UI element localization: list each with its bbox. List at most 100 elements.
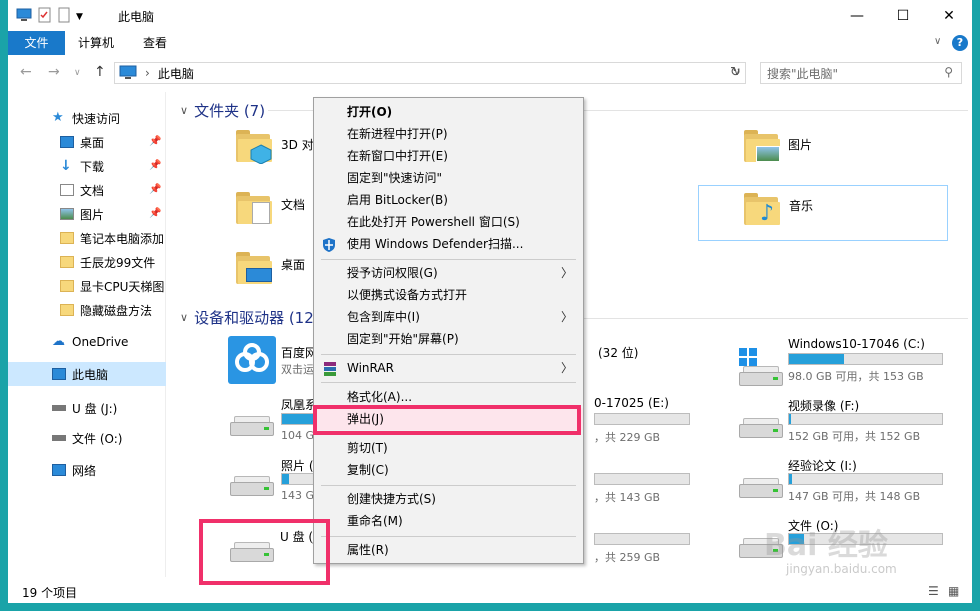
menu-item-defender-scan[interactable]: 使用 Windows Defender扫描...: [314, 233, 583, 255]
menu-item-create-shortcut[interactable]: 创建快捷方式(S): [314, 488, 583, 510]
menu-item-include-library[interactable]: 包含到库中(I) 〉: [314, 306, 583, 328]
network-icon: [52, 464, 66, 476]
search-icon[interactable]: ⚲: [944, 65, 953, 79]
drive-free-space: ，共 259 GB: [594, 551, 661, 564]
menu-item-label: 包含到库中(I): [347, 310, 420, 324]
menu-item-properties[interactable]: 属性(R): [314, 539, 583, 561]
pin-icon[interactable]: 📌: [149, 136, 161, 147]
menu-separator: [321, 536, 576, 537]
menu-item-powershell[interactable]: 在此处打开 Powershell 窗口(S): [314, 211, 583, 233]
folder-icon: [60, 256, 74, 268]
drive-name: (32 位): [598, 346, 639, 360]
tab-computer[interactable]: 计算机: [70, 31, 122, 55]
drive-icon: [52, 435, 66, 441]
folders-group-header[interactable]: ∨ 文件夹 (7): [180, 100, 265, 121]
tab-file[interactable]: 文件: [8, 31, 65, 55]
watermark-url: jingyan.baidu.com: [786, 562, 897, 576]
menu-item-grant-access[interactable]: 授予访问权限(G) 〉: [314, 262, 583, 284]
properties-icon[interactable]: [38, 7, 52, 26]
sidebar-item-downloads[interactable]: ↓ 下载 📌: [8, 154, 166, 178]
drive-name: 0-17025 (E:): [594, 396, 669, 410]
menu-item-copy[interactable]: 复制(C): [314, 459, 583, 481]
menu-item-pin-start[interactable]: 固定到"开始"屏幕(P): [314, 328, 583, 350]
menu-item-bitlocker[interactable]: 启用 BitLocker(B): [314, 189, 583, 211]
sidebar-item-drive-o[interactable]: 文件 (O:): [8, 426, 166, 450]
drive-icon: [230, 416, 274, 438]
menu-item-open-new-window[interactable]: 在新窗口中打开(E): [314, 145, 583, 167]
close-button[interactable]: ✕: [926, 0, 972, 31]
sidebar-item-label: 图片: [80, 207, 105, 222]
sidebar-item-documents[interactable]: 文档 📌: [8, 178, 166, 202]
drive-name: 经验论文 (I:): [788, 459, 857, 473]
drive-name: 视频录像 (F:): [788, 399, 860, 413]
sidebar-item-folder-3[interactable]: 显卡CPU天梯图: [8, 274, 166, 298]
item-count: 19 个项目: [22, 586, 78, 600]
address-row: ← → ∨ ↑ › 此电脑 ∨ ↻ 搜索"此电脑" ⚲: [8, 58, 972, 88]
maximize-button[interactable]: ☐: [880, 0, 926, 31]
menu-item-label: WinRAR: [347, 361, 394, 375]
sidebar-item-folder-4[interactable]: 隐藏磁盘方法: [8, 298, 166, 322]
menu-item-label: 使用 Windows Defender扫描...: [347, 237, 524, 251]
folder-label: 桌面: [281, 258, 306, 272]
drive-free-space: 98.0 GB 可用，共 153 GB: [788, 370, 924, 383]
watermark-logo: Bai 经验: [764, 528, 888, 563]
up-icon[interactable]: ↑: [94, 64, 106, 80]
refresh-icon[interactable]: ↻: [730, 65, 741, 80]
sidebar-item-folder-1[interactable]: 笔记本电脑添加: [8, 226, 166, 250]
sidebar-item-label: 笔记本电脑添加: [80, 231, 165, 246]
pin-icon[interactable]: 📌: [149, 184, 161, 195]
tiles-view-icon[interactable]: ▦: [948, 584, 959, 598]
sidebar-item-quick-access[interactable]: ★ 快速访问: [8, 106, 166, 130]
new-folder-icon[interactable]: [58, 7, 70, 26]
sidebar-item-this-pc[interactable]: 此电脑: [8, 362, 166, 386]
expand-ribbon-icon[interactable]: ∨: [934, 36, 941, 47]
recent-locations-icon[interactable]: ∨: [74, 68, 81, 78]
folder-icon: [236, 252, 272, 284]
folder-label: 图片: [788, 138, 813, 152]
sidebar-item-label: 文件 (O:): [72, 431, 123, 446]
details-view-icon[interactable]: ☰: [928, 584, 939, 598]
devices-group-header[interactable]: ∨ 设备和驱动器 (12): [180, 307, 320, 328]
menu-item-rename[interactable]: 重命名(M): [314, 510, 583, 532]
menu-item-cut[interactable]: 剪切(T): [314, 437, 583, 459]
search-input[interactable]: 搜索"此电脑" ⚲: [760, 62, 962, 84]
drive-icon: [739, 366, 783, 388]
forward-icon[interactable]: →: [48, 64, 60, 80]
tab-view[interactable]: 查看: [130, 31, 180, 55]
address-bar[interactable]: › 此电脑 ∨: [114, 62, 746, 84]
drive-free-space: ，共 143 GB: [594, 491, 661, 504]
windows-logo-icon: [739, 348, 757, 366]
baidu-netdisk-icon: [228, 336, 276, 384]
folder-icon: [60, 280, 74, 292]
folder-item-music[interactable]: ♪ 音乐: [698, 185, 948, 241]
customize-toolbar-icon[interactable]: ▼: [76, 12, 83, 22]
sidebar-item-folder-2[interactable]: 壬辰龙99文件: [8, 250, 166, 274]
help-button[interactable]: ?: [952, 35, 968, 51]
drive-free-space: ，共 229 GB: [594, 431, 661, 444]
drive-name: Windows10-17046 (C:): [788, 337, 925, 351]
sidebar-item-usb-drive[interactable]: U 盘 (J:): [8, 396, 166, 420]
back-icon[interactable]: ←: [20, 64, 32, 80]
sidebar-item-network[interactable]: 网络: [8, 458, 166, 482]
menu-item-label: 授予访问权限(G): [347, 266, 438, 280]
menu-item-open-new-process[interactable]: 在新进程中打开(P): [314, 123, 583, 145]
minimize-button[interactable]: —: [834, 0, 880, 31]
sidebar-item-onedrive[interactable]: ☁ OneDrive: [8, 330, 166, 354]
pin-icon[interactable]: 📌: [149, 208, 161, 219]
chevron-down-icon: ∨: [180, 104, 189, 117]
sidebar-item-pictures[interactable]: 图片 📌: [8, 202, 166, 226]
folder-icon: [744, 130, 780, 162]
pin-icon[interactable]: 📌: [149, 160, 161, 171]
menu-item-pin-quick-access[interactable]: 固定到"快速访问": [314, 167, 583, 189]
menu-item-open[interactable]: 打开(O): [314, 101, 583, 123]
breadcrumb[interactable]: 此电脑: [158, 65, 194, 82]
folder-label: 音乐: [789, 199, 814, 213]
menu-item-portable-device[interactable]: 以便携式设备方式打开: [314, 284, 583, 306]
menu-separator: [321, 382, 576, 383]
desktop-icon: [60, 136, 74, 148]
sidebar-item-desktop[interactable]: 桌面 📌: [8, 130, 166, 154]
sidebar-item-label: 显卡CPU天梯图: [80, 279, 165, 294]
menu-item-winrar[interactable]: WinRAR 〉: [314, 357, 583, 379]
folder-icon: [236, 130, 272, 164]
document-icon: [60, 184, 74, 196]
